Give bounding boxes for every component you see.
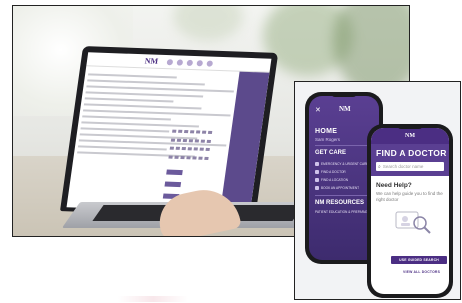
content-line bbox=[87, 73, 177, 79]
laptop-screen: NM bbox=[60, 46, 279, 218]
content-line bbox=[87, 79, 206, 86]
help-title: Need Help? bbox=[376, 182, 412, 189]
doctor-search-input[interactable]: ⌕ Search doctor name bbox=[376, 162, 444, 171]
laptop-button bbox=[166, 169, 183, 176]
reflection bbox=[118, 296, 188, 302]
laptop-nav-icons bbox=[166, 58, 214, 67]
content-line bbox=[77, 145, 167, 151]
find-header: NM bbox=[371, 128, 449, 144]
nav-dot-icon bbox=[166, 58, 174, 65]
doctor-search-illustration-icon bbox=[395, 211, 431, 234]
search-icon: ⌕ bbox=[378, 163, 381, 170]
menu-logo: NM bbox=[339, 105, 351, 113]
menu-user-name: Sam Rogers bbox=[315, 137, 341, 142]
phone-notch bbox=[331, 92, 357, 97]
content-line bbox=[84, 97, 174, 103]
content-line bbox=[80, 127, 170, 133]
menu-home-label[interactable]: HOME bbox=[315, 128, 337, 135]
menu-section-title: NM RESOURCES bbox=[315, 200, 365, 206]
item-icon bbox=[315, 178, 319, 182]
content-line bbox=[83, 103, 202, 110]
guided-search-button[interactable]: USE GUIDED SEARCH bbox=[391, 256, 447, 264]
find-logo: NM bbox=[405, 133, 415, 139]
menu-item-patient-education[interactable]: PATIENT EDUCATION & PREPARATION bbox=[315, 210, 374, 214]
menu-item-find-doctor[interactable]: FIND A DOCTOR bbox=[315, 170, 346, 174]
menu-item-find-location[interactable]: FIND A LOCATION bbox=[315, 178, 348, 182]
menu-section-title: GET CARE bbox=[315, 150, 347, 156]
nav-dot-icon bbox=[186, 59, 194, 66]
content-line bbox=[82, 115, 171, 121]
item-icon bbox=[315, 162, 319, 166]
content-line bbox=[81, 121, 200, 128]
menu-item-book-appointment[interactable]: BOOK AN APPOINTMENT bbox=[315, 186, 359, 190]
search-placeholder: Search doctor name bbox=[382, 164, 424, 169]
close-icon[interactable]: ✕ bbox=[315, 106, 321, 114]
content-line bbox=[85, 91, 204, 98]
menu-divider bbox=[315, 195, 373, 196]
view-all-doctors-link[interactable]: VIEW ALL DOCTORS bbox=[403, 270, 440, 274]
nav-dot-icon bbox=[196, 59, 204, 66]
help-text: We can help guide you to find the right … bbox=[376, 191, 443, 202]
nav-dot-icon bbox=[206, 59, 214, 67]
menu-item-emergency[interactable]: EMERGENCY & URGENT CARE bbox=[315, 162, 369, 166]
find-hero: FIND A DOCTOR ⌕ Search doctor name bbox=[371, 144, 449, 176]
find-title: FIND A DOCTOR bbox=[376, 148, 447, 158]
phone-find-device: NM FIND A DOCTOR ⌕ Search doctor name Ne… bbox=[367, 124, 453, 298]
nav-dot-icon bbox=[176, 58, 184, 66]
laptop-logo: NM bbox=[144, 56, 159, 66]
laptop-button bbox=[164, 181, 182, 188]
laptop-calendar bbox=[168, 129, 213, 163]
menu-divider bbox=[315, 145, 373, 146]
laptop-display: NM bbox=[66, 52, 272, 214]
phones-panel: ✕ NM HOME Sam Rogers GET CARE EMERGENCY … bbox=[294, 81, 461, 300]
phone-notch bbox=[397, 124, 423, 129]
marketing-composite: NM ✕ NM HOME Sam Rogers GET CARE EMERGEN… bbox=[0, 0, 462, 303]
item-icon bbox=[315, 170, 319, 174]
item-icon bbox=[315, 186, 319, 190]
background-plant bbox=[173, 6, 243, 41]
phone-find-screen: NM FIND A DOCTOR ⌕ Search doctor name Ne… bbox=[371, 128, 449, 294]
